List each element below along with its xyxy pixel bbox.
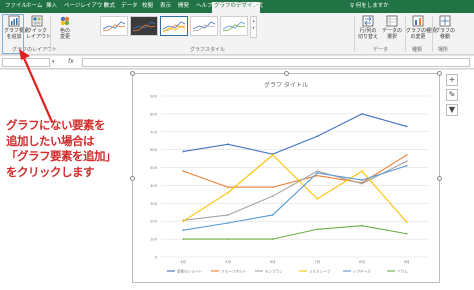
annotation-line: グラフにない要素を <box>6 118 106 132</box>
annotation-line: をクリックします <box>6 164 95 179</box>
annotation-line: 「グラフ要素を追加」 <box>6 149 117 163</box>
annotation-text: グラフにない要素を 追加したい場合は 「グラフ要素を追加」 をクリックします <box>6 118 134 180</box>
annotation-line: 追加したい場合は <box>6 133 95 148</box>
excel-window: ファイル ホーム 挿入 ページレイアウト 数式 データ 校閲 表示 開発 ヘルプ… <box>0 0 474 290</box>
